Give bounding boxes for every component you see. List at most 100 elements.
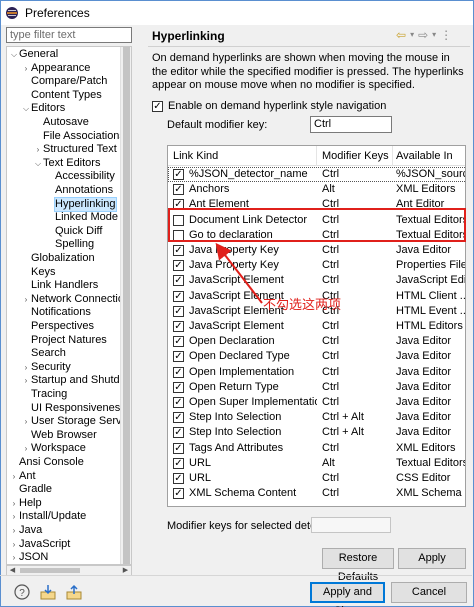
row-checkbox[interactable]: ✓	[173, 351, 184, 363]
tree-item[interactable]: › Install/Update	[9, 510, 87, 524]
filter-input[interactable]	[6, 27, 132, 43]
column-header-available-in[interactable]: Available In	[396, 150, 453, 162]
row-checkbox[interactable]: ✓	[173, 245, 184, 256]
column-header-link-kind[interactable]: Link Kind	[173, 150, 218, 162]
tree-item[interactable]: ⌵ Text Editors	[33, 157, 101, 171]
tree-item[interactable]: Perspectives	[21, 320, 94, 334]
tree-item[interactable]: › JSON	[9, 551, 49, 564]
tree-item[interactable]: Keys	[21, 266, 55, 280]
scroll-thumb[interactable]	[20, 568, 80, 573]
row-checkbox[interactable]: ✓	[173, 260, 184, 272]
row-checkbox[interactable]: ✓	[173, 457, 184, 469]
table-row[interactable]: ✓ Open Return Type Ctrl Java Editor	[168, 380, 465, 395]
tree-item[interactable]: ›Startup and Shutdown	[21, 374, 121, 388]
tree-item[interactable]: › Ant	[9, 470, 36, 484]
table-row[interactable]: ✓ JavaScript Element Ctrl HTML Editors	[168, 319, 465, 334]
chevron-right-icon[interactable]: ›	[33, 143, 43, 157]
table-row[interactable]: ✓ %JSON_detector_name Ctrl %JSON_sourc...	[168, 167, 465, 183]
chevron-right-icon[interactable]: ›	[9, 470, 19, 484]
row-checkbox[interactable]: ✓	[173, 488, 184, 500]
table-row[interactable]: ✓ Step Into Selection Ctrl + Alt Java Edito…	[168, 410, 465, 425]
tree-item[interactable]: › Java	[9, 524, 43, 538]
tree-vertical-scrollbar[interactable]	[120, 47, 131, 564]
tree-item[interactable]: Project Natures	[21, 334, 107, 348]
dropdown-icon[interactable]: ▾	[410, 28, 414, 42]
chevron-down-icon[interactable]: ⌵	[33, 157, 43, 171]
export-icon[interactable]	[66, 584, 82, 600]
import-icon[interactable]	[40, 584, 56, 600]
row-checkbox[interactable]: ✓	[173, 427, 184, 439]
table-row[interactable]: ✓ Java Property Key Ctrl Java Editor	[168, 243, 465, 258]
row-checkbox[interactable]: ✓	[173, 290, 184, 302]
table-row[interactable]: ✓ Step Into Selection Ctrl + Alt Java Edito…	[168, 425, 465, 440]
chevron-right-icon[interactable]: ›	[9, 524, 19, 538]
chevron-right-icon[interactable]: ›	[21, 442, 31, 456]
row-checkbox[interactable]: ✓	[173, 397, 184, 408]
tree-item[interactable]: › Security	[21, 361, 71, 375]
tree-item[interactable]: › Workspace	[21, 442, 86, 456]
enable-checkbox[interactable]: ✓	[152, 100, 163, 112]
row-checkbox[interactable]: ✓	[173, 473, 184, 484]
tree-item[interactable]: › Help	[9, 497, 42, 511]
preference-tree[interactable]: ⌵ General › Appearance Compare/Patch Content …	[6, 46, 132, 565]
row-checkbox[interactable]: ✓	[173, 321, 184, 332]
chevron-right-icon[interactable]: ›	[21, 361, 31, 375]
table-row[interactable]: ✓ URL Alt Textual Editors	[168, 456, 465, 471]
help-icon[interactable]: ?	[14, 584, 30, 600]
tree-item[interactable]: Ansi Console	[9, 456, 84, 470]
tree-item[interactable]: Quick Diff	[45, 225, 102, 239]
link-kind-table[interactable]: Link Kind Modifier Keys Available In ✓ %J…	[167, 145, 466, 507]
tree-item[interactable]: Autosave	[33, 116, 89, 130]
scroll-thumb[interactable]	[123, 47, 130, 564]
tree-item[interactable]: Accessibility	[45, 170, 115, 184]
tree-item[interactable]: ›Network Connections	[21, 293, 121, 307]
row-checkbox[interactable]: ✓	[173, 169, 184, 180]
row-checkbox[interactable]: ✓	[173, 442, 184, 454]
tree-item[interactable]: ›User Storage Service	[21, 415, 121, 429]
table-row[interactable]: ✓ Open Declared Type Ctrl Java Editor	[168, 349, 465, 364]
chevron-right-icon[interactable]: ›	[21, 62, 31, 76]
table-row[interactable]: ✓ URL Ctrl CSS Editor	[168, 471, 465, 486]
tree-item[interactable]: File Associations	[33, 130, 121, 144]
tree-item[interactable]: Link Handlers	[21, 279, 98, 293]
chevron-right-icon[interactable]: ›	[21, 293, 31, 307]
apply-button[interactable]: Apply	[398, 548, 466, 569]
tree-item[interactable]: ›Structured Text Ed	[33, 143, 121, 157]
chevron-right-icon[interactable]: ›	[9, 538, 19, 552]
table-row[interactable]: ✓ Open Declaration Ctrl Java Editor	[168, 334, 465, 349]
row-checkbox[interactable]: ✓	[173, 184, 184, 196]
chevron-right-icon[interactable]: ›	[9, 510, 19, 524]
tree-item[interactable]: Hyperlinking	[45, 196, 117, 213]
restore-defaults-button[interactable]: Restore Defaults	[322, 548, 394, 583]
tree-item[interactable]: UI Responsiveness Mo	[21, 402, 121, 416]
tree-item[interactable]: Tracing	[21, 388, 67, 402]
chevron-right-icon[interactable]: ›	[21, 415, 31, 429]
scroll-left-icon[interactable]: ◀	[7, 566, 18, 575]
tree-item[interactable]: Notifications	[21, 306, 91, 320]
tree-item[interactable]: › Appearance	[21, 62, 91, 76]
enable-hyperlink-option[interactable]: ✓ Enable on demand hyperlink style navig…	[152, 100, 386, 112]
forward-arrow-icon[interactable]: ⇨	[418, 28, 428, 42]
scroll-right-icon[interactable]: ▶	[120, 566, 131, 575]
selected-modifier-field[interactable]	[311, 517, 391, 533]
tree-item[interactable]: Web Browser	[21, 429, 97, 443]
tree-item[interactable]: Content Types	[21, 89, 102, 103]
tree-item[interactable]: Gradle	[9, 483, 52, 497]
dropdown-icon[interactable]: ▾	[432, 28, 436, 42]
tree-item[interactable]: Compare/Patch	[21, 75, 107, 89]
tree-item[interactable]: Linked Mode	[45, 211, 118, 225]
tree-item[interactable]: › JavaScript	[9, 538, 71, 552]
tree-item[interactable]: Annotations	[45, 184, 113, 198]
default-modifier-field[interactable]: Ctrl	[310, 116, 392, 133]
table-row[interactable]: ✓ Open Implementation Ctrl Java Editor	[168, 365, 465, 380]
column-header-modifier-keys[interactable]: Modifier Keys	[322, 150, 389, 162]
back-arrow-icon[interactable]: ⇦	[396, 28, 406, 42]
tree-item[interactable]: Globalization	[21, 252, 95, 266]
row-checkbox[interactable]: ✓	[173, 275, 184, 287]
table-row[interactable]: ✓ Java Property Key Ctrl Properties File...	[168, 258, 465, 273]
cancel-button[interactable]: Cancel	[391, 582, 467, 603]
table-row[interactable]: ✓ Open Super Implementation Ctrl Java Edito…	[168, 395, 465, 410]
menu-icon[interactable]: ⋮	[440, 28, 452, 42]
tree-item[interactable]: Spelling	[45, 238, 94, 252]
row-checkbox[interactable]: ✓	[173, 412, 184, 424]
